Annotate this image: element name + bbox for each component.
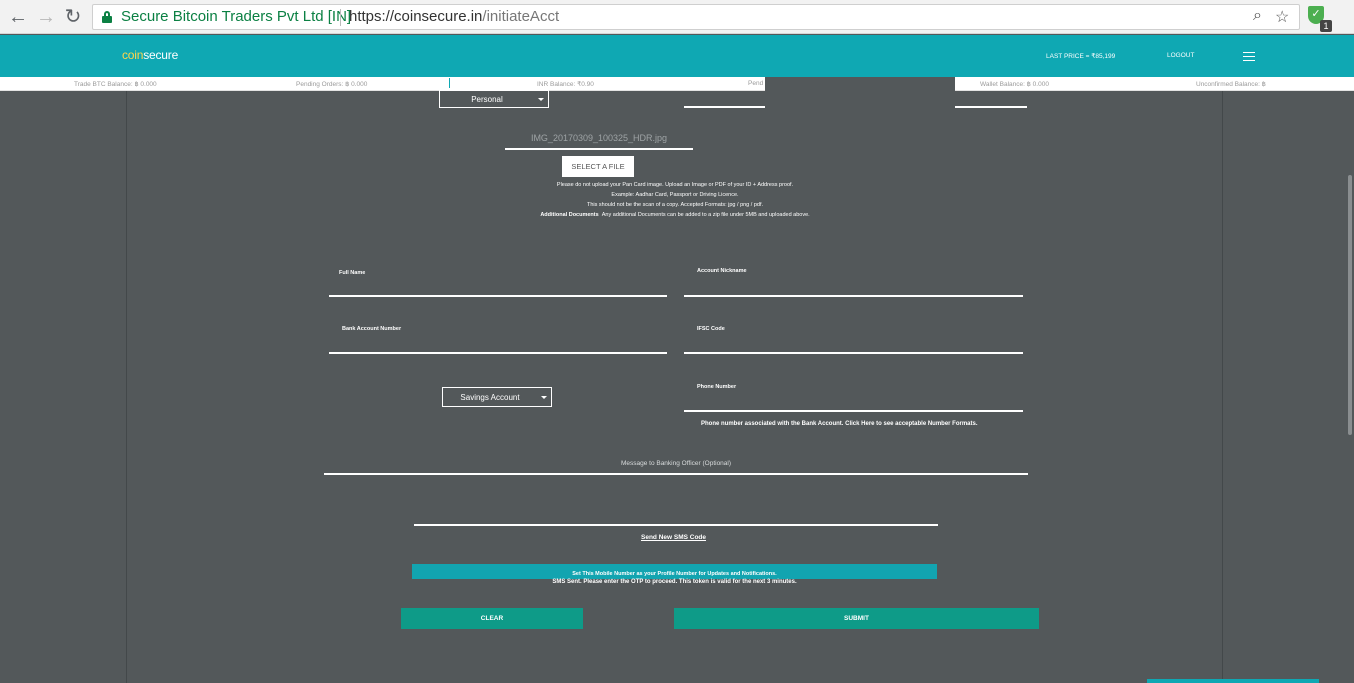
site-header: coinsecure LAST PRICE = ₹85,199 LOGOUT — [0, 35, 1354, 77]
address-bar[interactable]: Secure Bitcoin Traders Pvt Ltd [IN] http… — [92, 4, 1300, 30]
last-price: LAST PRICE = ₹85,199 — [1046, 53, 1116, 60]
logo-coin: coin — [122, 48, 144, 62]
logo[interactable]: coinsecure — [122, 48, 178, 62]
upload-note-4: Additional Documents Any additional Docu… — [340, 212, 1010, 218]
message-underline — [324, 473, 1028, 475]
phone-number-label: Phone Number — [697, 384, 737, 390]
upload-note-2: Example: Aadhar Card, Passport or Drivin… — [611, 192, 739, 198]
otp-underline — [414, 524, 938, 526]
full-name-underline — [329, 295, 667, 297]
url-text[interactable]: https://coinsecure.in/initiateAcct — [349, 8, 559, 25]
additional-documents-label: Additional Documents — [540, 212, 599, 218]
ifsc-input[interactable] — [684, 341, 1023, 351]
otp-input[interactable] — [414, 513, 938, 523]
overlay-block-lower — [765, 91, 955, 108]
forward-icon[interactable]: → — [34, 5, 58, 29]
browser-toolbar: ← → ↻ Secure Bitcoin Traders Pvt Ltd [IN… — [0, 0, 1354, 34]
additional-documents-text: Any additional Documents can be added to… — [601, 212, 810, 218]
upload-note-1: Please do not upload your Pan Card image… — [556, 182, 794, 188]
back-icon[interactable]: ← — [6, 5, 30, 29]
upload-note-3: This should not be the scan of a copy. A… — [587, 202, 763, 208]
clear-button[interactable]: CLEAR — [401, 608, 583, 629]
extension-badge: 1 — [1320, 20, 1332, 32]
submit-button[interactable]: SUBMIT — [674, 608, 1039, 629]
bank-account-type-select[interactable]: Savings Account — [442, 387, 552, 407]
bank-account-label: Bank Account Number — [342, 326, 402, 332]
bookmark-star-icon[interactable]: ☆ — [1275, 7, 1289, 27]
url-path: /initiateAcct — [482, 8, 560, 25]
account-nickname-label: Account Nickname — [697, 268, 747, 274]
bank-account-underline — [329, 352, 667, 354]
bank-account-input[interactable] — [329, 341, 667, 351]
pending-orders-balance: Pending Orders: ฿ 0.000 — [296, 81, 368, 88]
frame-right — [1222, 91, 1223, 683]
menu-icon[interactable] — [1243, 52, 1255, 61]
site-identity: Secure Bitcoin Traders Pvt Ltd [IN] — [121, 8, 352, 25]
balance-bar: Trade BTC Balance: ฿ 0.000 Pending Order… — [0, 77, 1354, 91]
unconfirmed-balance: Unconfirmed Balance: ฿ — [1196, 81, 1266, 88]
select-file-button[interactable]: SELECT A FILE — [562, 156, 634, 177]
url-host: https://coinsecure.in — [349, 8, 483, 25]
inr-balance: INR Balance: ₹0.90 — [537, 81, 594, 88]
account-nickname-input[interactable] — [684, 284, 1023, 294]
overlay-block — [765, 77, 955, 91]
wallet-balance: Wallet Balance: ฿ 0.000 — [980, 81, 1049, 88]
sms-sent-message: SMS Sent. Please enter the OTP to procee… — [552, 579, 797, 585]
account-type-select[interactable]: Personal — [439, 90, 549, 108]
zoom-icon[interactable]: ⌕ — [1253, 7, 1262, 25]
phone-number-input[interactable] — [684, 399, 1023, 409]
top-field-underline-left — [684, 106, 765, 108]
message-input[interactable] — [324, 462, 1028, 472]
reload-icon[interactable]: ↻ — [61, 5, 85, 29]
frame-left — [126, 91, 127, 683]
lock-icon — [102, 11, 112, 23]
ifsc-underline — [684, 352, 1023, 354]
trade-btc-balance: Trade BTC Balance: ฿ 0.000 — [74, 81, 157, 88]
extension-shield-icon[interactable]: ✓ 1 — [1308, 6, 1332, 32]
phone-number-underline — [684, 410, 1023, 412]
ifsc-label: IFSC Code — [697, 326, 725, 332]
balance-marker — [449, 78, 450, 88]
account-nickname-underline — [684, 295, 1023, 297]
account-type-value: Personal — [471, 95, 503, 104]
bottom-teal-element — [1147, 679, 1319, 683]
pending-balance: Pend — [748, 80, 764, 87]
set-profile-number-toggle[interactable]: Set This Mobile Number as your Profile N… — [412, 564, 937, 579]
full-name-input[interactable] — [329, 284, 667, 294]
url-separator — [340, 9, 341, 26]
logout-link[interactable]: LOGOUT — [1167, 52, 1194, 59]
send-new-sms-code-link[interactable]: Send New SMS Code — [641, 534, 706, 541]
scrollbar[interactable] — [1348, 175, 1352, 435]
file-name-underline — [505, 148, 693, 150]
bank-account-type-value: Savings Account — [460, 393, 520, 402]
top-field-underline-right — [955, 106, 1027, 108]
phone-number-hint[interactable]: Phone number associated with the Bank Ac… — [701, 421, 978, 427]
uploaded-file-name: IMG_20170309_100325_HDR.jpg — [530, 133, 668, 143]
full-name-label: Full Name — [339, 270, 366, 276]
logo-secure: secure — [143, 48, 179, 62]
chevron-down-icon — [538, 98, 544, 101]
chevron-down-icon — [541, 396, 547, 399]
